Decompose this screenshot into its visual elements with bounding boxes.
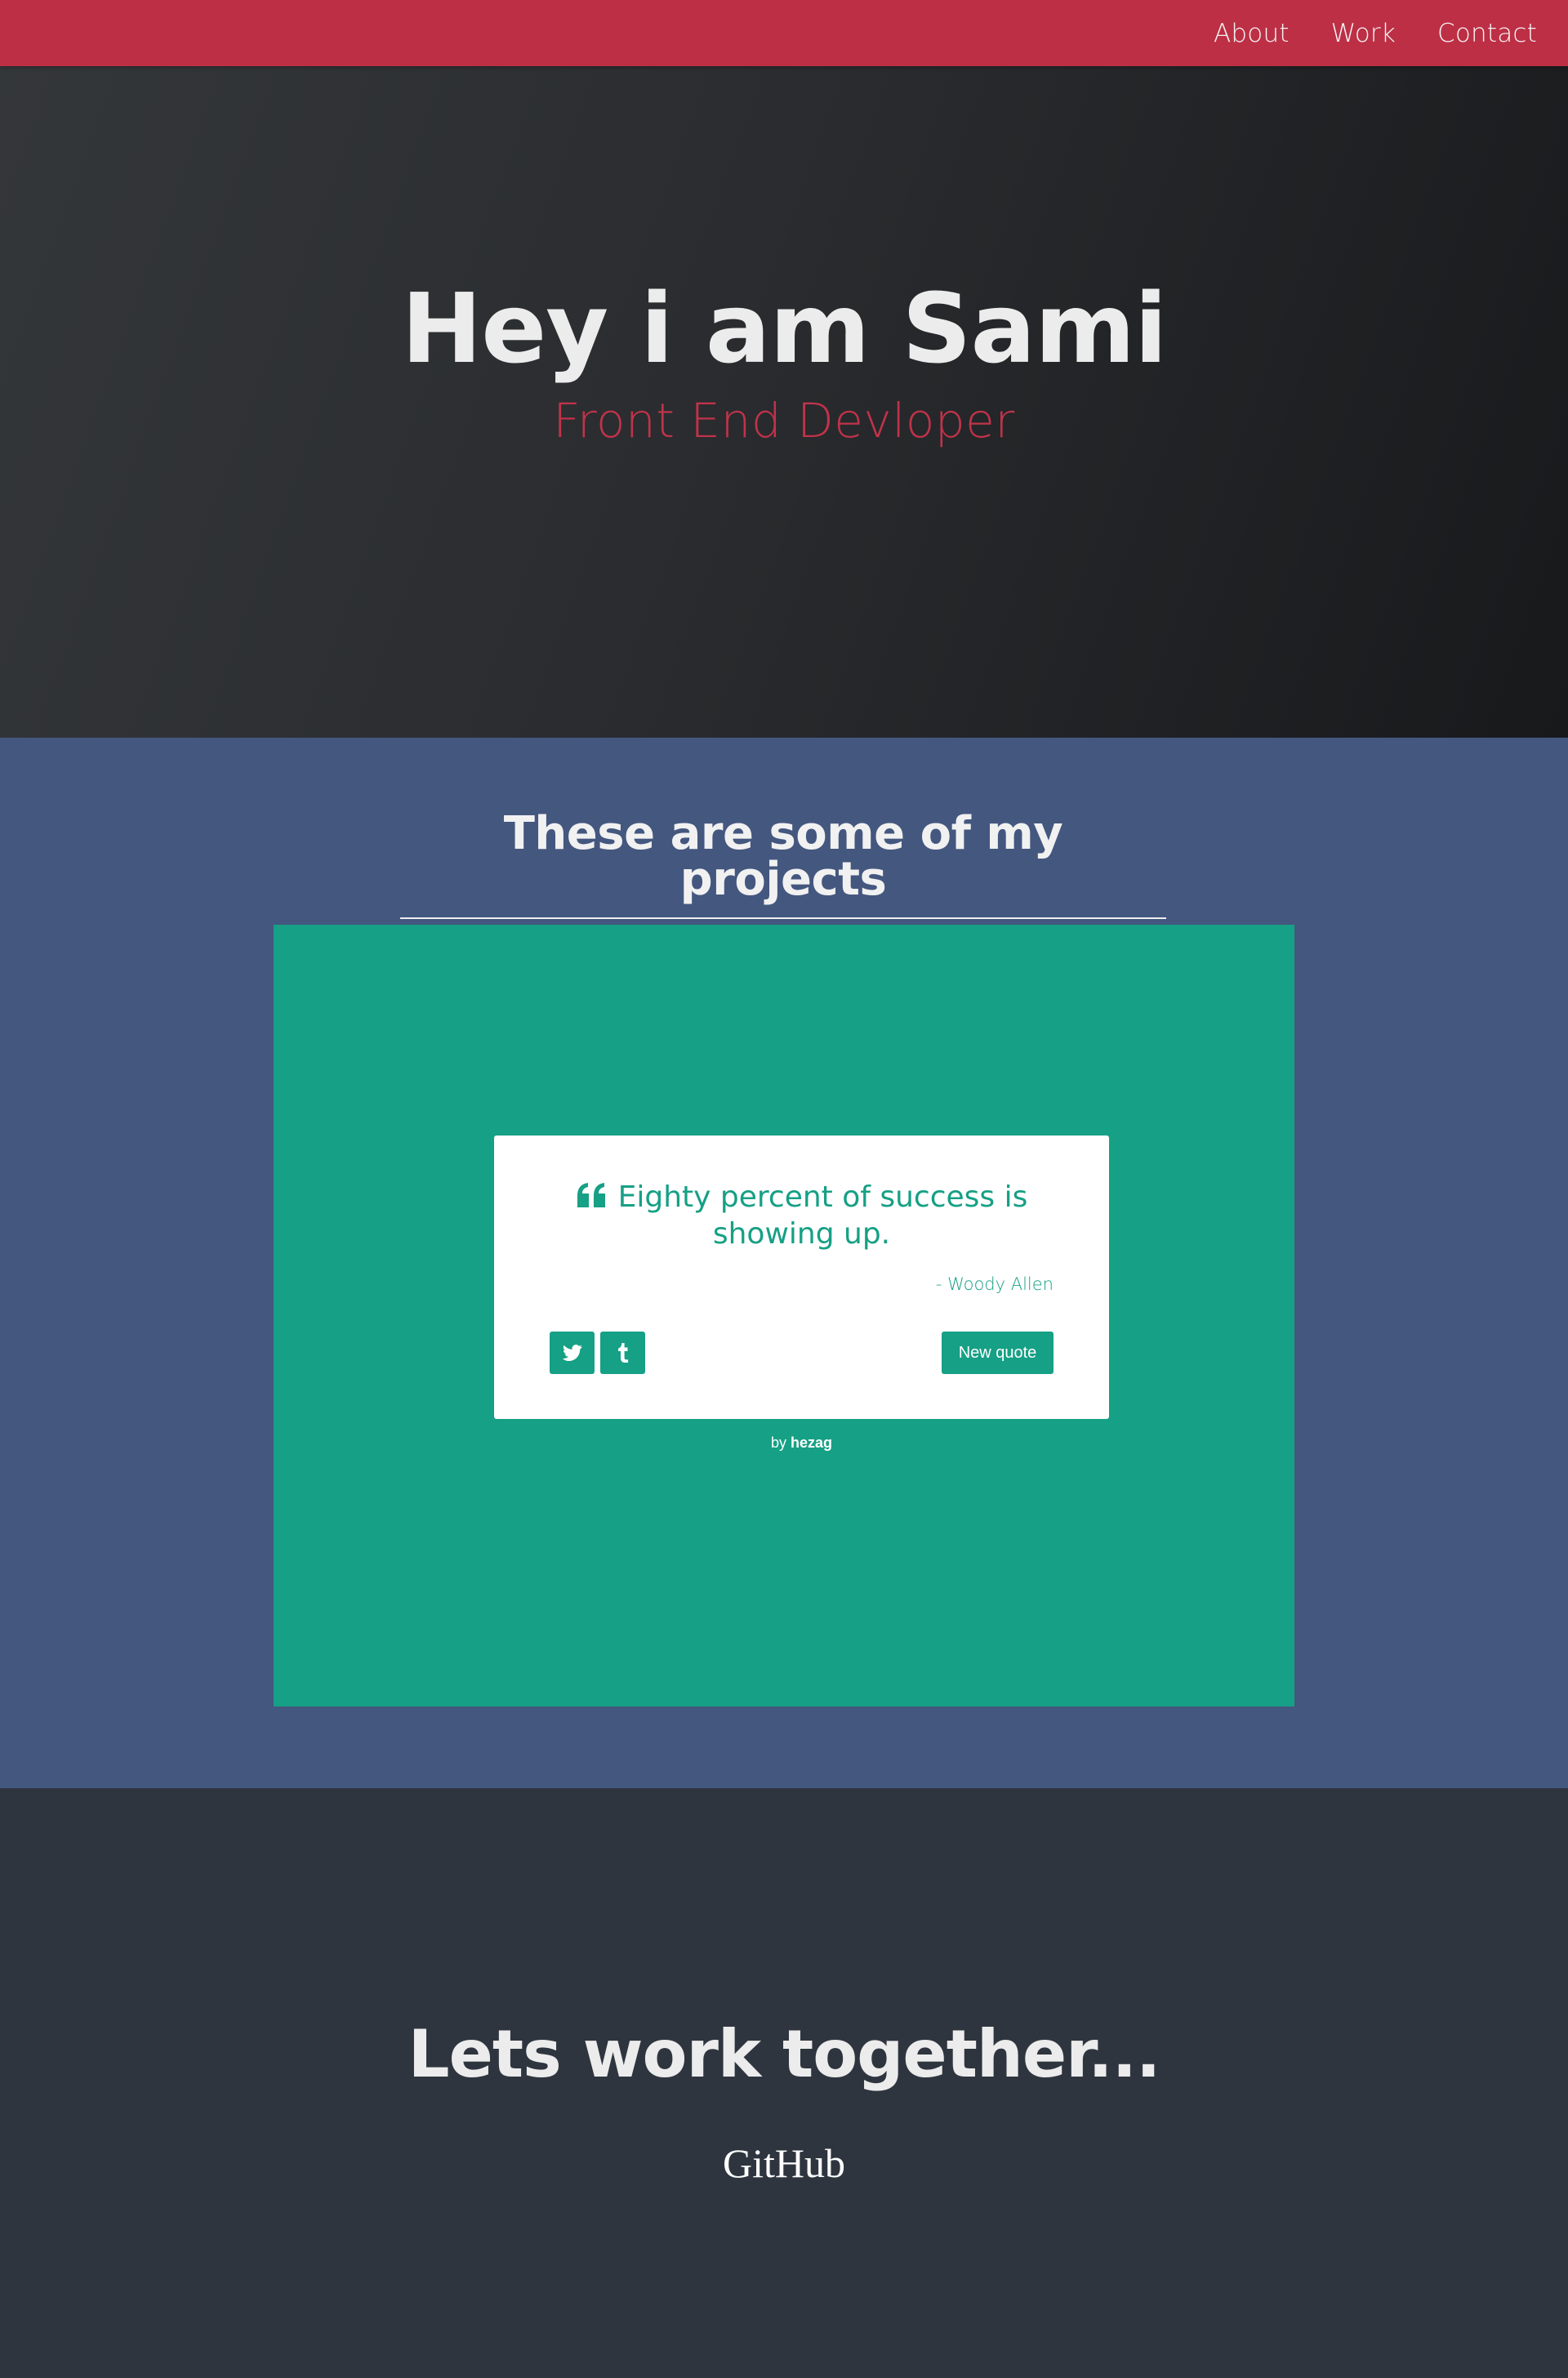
quote-author: - Woody Allen [935, 1274, 1054, 1294]
contact-heading: Lets work together... [408, 2016, 1161, 2092]
project-preview-quote-machine[interactable]: Eighty percent of success is showing up.… [274, 925, 1294, 1707]
tumblr-button[interactable] [600, 1332, 645, 1374]
nav-links: About Work Contact [1214, 0, 1537, 66]
hero-subtitle: Front End Devloper [553, 393, 1015, 448]
hero-section: Hey i am Sami Front End Devloper [0, 66, 1568, 738]
nav-link-about[interactable]: About [1214, 19, 1290, 48]
tweet-button[interactable] [550, 1332, 595, 1374]
github-link[interactable]: GitHub [0, 2143, 1568, 2184]
projects-section: These are some of my projects Eighty per… [0, 738, 1568, 1788]
new-quote-button[interactable]: New quote [942, 1332, 1054, 1374]
credit-link[interactable]: hezag [791, 1434, 832, 1451]
twitter-icon [562, 1345, 582, 1361]
quote-body: Eighty percent of success is showing up. [617, 1180, 1028, 1251]
tumblr-icon [617, 1343, 628, 1363]
quote-card: Eighty percent of success is showing up.… [494, 1135, 1109, 1419]
quote-text: Eighty percent of success is showing up. [543, 1179, 1060, 1252]
nav-link-contact[interactable]: Contact [1437, 19, 1537, 48]
credit-text: by hezag [274, 1434, 1330, 1452]
hero-title: Hey i am Sami [401, 272, 1168, 385]
navbar: About Work Contact [0, 0, 1568, 66]
quote-left-icon [577, 1183, 605, 1207]
credit-prefix: by [770, 1434, 791, 1451]
projects-heading: These are some of my projects [400, 811, 1166, 919]
nav-link-work[interactable]: Work [1331, 19, 1396, 48]
contact-section: Lets work together... GitHub [0, 1788, 1568, 2378]
